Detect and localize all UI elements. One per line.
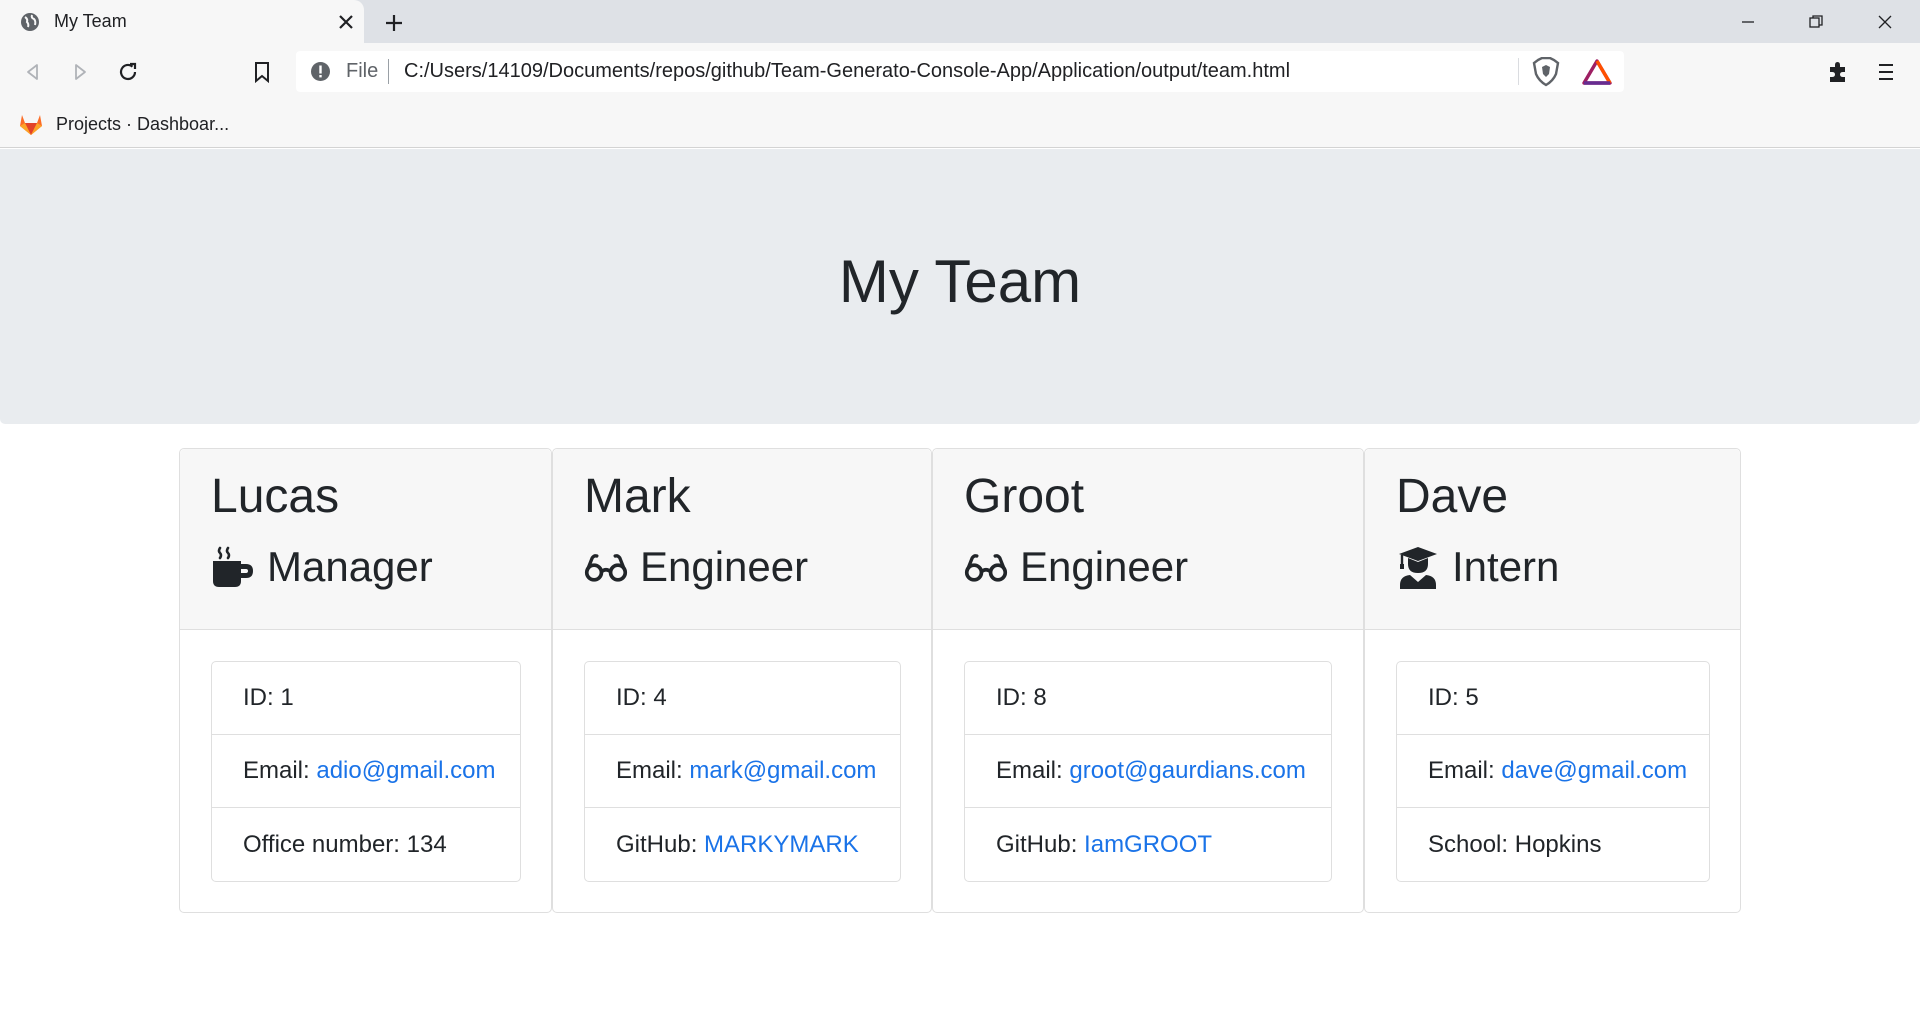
github-link[interactable]: IamGROOT (1084, 831, 1212, 859)
list-item-school: School: Hopkins (1397, 808, 1709, 881)
glasses-icon (964, 554, 1008, 582)
id-label: ID: (243, 684, 274, 711)
email-label: Email: (996, 757, 1063, 784)
employee-details-list: ID: 8 Email: groot@gaurdians.com GitHub:… (964, 661, 1332, 882)
card-header: Groot Engineer (933, 449, 1363, 630)
header-jumbotron: My Team (0, 149, 1920, 424)
employee-role: Intern (1396, 542, 1559, 592)
list-item-email: Email: groot@gaurdians.com (965, 735, 1331, 808)
employee-details-list: ID: 5 Email: dave@gmail.com School: Hopk… (1396, 661, 1710, 882)
list-item-github: GitHub: IamGROOT (965, 808, 1331, 881)
id-label: ID: (996, 684, 1027, 711)
list-item-id: ID: 8 (965, 662, 1331, 735)
divider (388, 59, 389, 84)
info-icon[interactable] (310, 61, 331, 82)
close-tab-icon[interactable] (334, 10, 358, 34)
employee-name: Dave (1396, 470, 1509, 523)
browser-toolbar: File C:/Users/14109/Documents/repos/gith… (0, 43, 1920, 100)
id-value: 5 (1465, 684, 1479, 711)
list-item-id: ID: 4 (585, 662, 900, 735)
list-item-id: ID: 5 (1397, 662, 1709, 735)
email-link[interactable]: groot@gaurdians.com (1069, 757, 1305, 785)
employee-details-list: ID: 4 Email: mark@gmail.com GitHub: MARK… (584, 661, 901, 882)
list-item-email: Email: mark@gmail.com (585, 735, 900, 808)
back-arrow-icon[interactable] (16, 55, 50, 89)
id-value: 4 (653, 684, 667, 711)
role-label: Intern (1452, 543, 1560, 590)
glasses-icon (584, 554, 628, 582)
email-label: Email: (243, 757, 310, 784)
bookmark-label: Projects · Dashboar... (56, 113, 230, 134)
close-window-icon[interactable] (1862, 6, 1908, 38)
email-link[interactable]: adio@gmail.com (316, 757, 495, 785)
url-scheme: File (346, 60, 379, 82)
employee-role: Engineer (584, 542, 808, 592)
role-label: Manager (267, 543, 433, 590)
card-header: Lucas Manager (180, 449, 551, 630)
card-header: Mark Engineer (553, 449, 931, 630)
bookmark-projects-dashboard[interactable]: Projects · Dashboar... (18, 108, 229, 140)
brave-shields-icon[interactable] (1532, 57, 1560, 87)
id-label: ID: (616, 684, 647, 711)
email-label: Email: (1428, 757, 1495, 784)
role-label: Engineer (1020, 543, 1189, 590)
employee-details-list: ID: 1 Email: adio@gmail.com Office numbe… (211, 661, 521, 882)
role-label: Engineer (640, 543, 809, 590)
graduate-icon (1399, 547, 1437, 589)
tab-title: My Team (54, 11, 127, 31)
restore-icon[interactable] (1793, 6, 1839, 38)
id-value: 1 (280, 684, 294, 711)
card-header: Dave Intern (1365, 449, 1740, 630)
page-title: My Team (838, 248, 1082, 315)
extensions-puzzle-icon[interactable] (1821, 55, 1855, 89)
brave-rewards-icon[interactable] (1582, 59, 1612, 85)
school-value: Hopkins (1514, 830, 1602, 858)
page-viewport: My Team Lucas Manager ID: 1 Email: adio@… (0, 149, 1920, 1020)
reload-icon[interactable] (111, 55, 145, 89)
id-label: ID: (1428, 684, 1459, 711)
office-number-label: Office number: (243, 830, 400, 858)
school-label: School: (1428, 830, 1509, 858)
browser-tab[interactable]: My Team (0, 0, 364, 43)
globe-icon (21, 13, 39, 31)
office-number-value: 134 (406, 830, 447, 858)
employee-role: Manager (211, 542, 433, 592)
bookmark-icon[interactable] (245, 55, 279, 89)
url-text[interactable]: C:/Users/14109/Documents/repos/github/Te… (404, 60, 1290, 83)
gitlab-icon (20, 115, 42, 135)
id-value: 8 (1033, 684, 1047, 711)
github-label: GitHub: (996, 830, 1078, 858)
bookmarks-bar: Projects · Dashboar... (0, 100, 1920, 148)
employee-card-engineer: Mark Engineer ID: 4 Email: mark@gmail.co… (552, 448, 932, 913)
divider (1518, 58, 1519, 85)
coffee-mug-icon (213, 546, 253, 587)
list-item-email: Email: adio@gmail.com (212, 735, 520, 808)
employee-name: Groot (964, 470, 1085, 523)
forward-arrow-icon[interactable] (63, 55, 97, 89)
employee-card-intern: Dave Intern ID: 5 Email: dave@gmail.com (1364, 448, 1741, 913)
list-item-office-number: Office number: 134 (212, 808, 520, 881)
email-link[interactable]: dave@gmail.com (1501, 757, 1687, 785)
employee-card-manager: Lucas Manager ID: 1 Email: adio@gmail.co… (179, 448, 552, 913)
new-tab-icon[interactable] (380, 9, 408, 37)
minimize-icon[interactable] (1725, 6, 1771, 38)
employee-name: Mark (584, 470, 691, 523)
email-label: Email: (616, 757, 683, 784)
menu-icon[interactable] (1869, 55, 1903, 89)
employee-role: Engineer (964, 542, 1188, 592)
employee-name: Lucas (211, 470, 340, 523)
github-label: GitHub: (616, 830, 698, 858)
address-bar[interactable]: File C:/Users/14109/Documents/repos/gith… (296, 51, 1624, 92)
list-item-email: Email: dave@gmail.com (1397, 735, 1709, 808)
list-item-github: GitHub: MARKYMARK (585, 808, 900, 881)
employee-card-engineer: Groot Engineer ID: 8 Email: groot@gaurdi… (932, 448, 1364, 913)
list-item-id: ID: 1 (212, 662, 520, 735)
email-link[interactable]: mark@gmail.com (689, 757, 876, 785)
github-link[interactable]: MARKYMARK (704, 831, 859, 859)
tab-strip: My Team (0, 0, 1920, 43)
